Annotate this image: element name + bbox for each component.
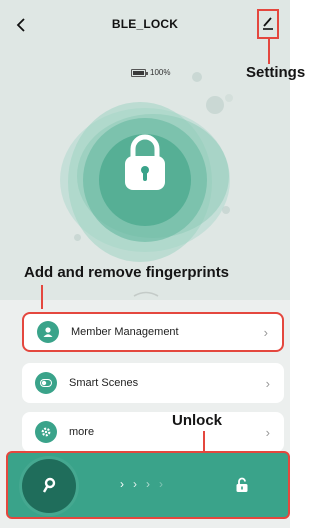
battery-indicator: 100% — [131, 68, 170, 77]
chevron-right-icon: › — [265, 424, 270, 440]
settings-edit-button[interactable] — [257, 9, 279, 39]
battery-icon — [131, 68, 148, 77]
page-title: BLE_LOCK — [111, 17, 179, 31]
padlock-icon[interactable] — [115, 128, 175, 198]
decor-circle — [192, 72, 202, 82]
gear-icon — [35, 421, 57, 443]
key-icon — [42, 477, 56, 493]
pencil-icon — [263, 17, 273, 30]
chevron-right-icon: › — [120, 477, 124, 491]
chevron-right-icon: › — [265, 375, 270, 391]
settings-annotation: Settings — [246, 64, 306, 81]
chevron-right-icon: › — [159, 477, 163, 491]
fingerprints-annotation-pointer — [41, 285, 43, 309]
member-management-item[interactable]: Member Management › — [22, 312, 284, 352]
member-management-label: Member Management — [71, 326, 179, 338]
battery-label: 100% — [150, 68, 171, 77]
drawer-handle[interactable] — [131, 290, 161, 298]
unlocked-padlock-icon — [236, 477, 248, 492]
slider-knob[interactable] — [22, 459, 76, 513]
unlock-slider[interactable]: › › › › — [6, 451, 290, 519]
battery-fill — [133, 70, 144, 75]
chevron-right-icon: › — [133, 477, 137, 491]
smart-scenes-label: Smart Scenes — [69, 377, 139, 389]
slide-arrows: › › › › — [120, 477, 163, 491]
top-nav-bar: BLE_LOCK — [0, 0, 290, 50]
unlock-annotation: Unlock — [172, 412, 223, 429]
unlock-annotation-pointer — [203, 431, 205, 451]
chevron-right-icon: › — [146, 477, 150, 491]
toggle-icon — [35, 372, 57, 394]
chevron-right-icon: › — [263, 324, 268, 340]
fingerprints-annotation: Add and remove fingerprints — [24, 264, 230, 281]
more-item[interactable]: more › — [22, 412, 284, 452]
person-icon — [37, 321, 59, 343]
settings-annotation-pointer — [268, 39, 270, 64]
more-label: more — [69, 426, 95, 438]
smart-scenes-item[interactable]: Smart Scenes › — [22, 363, 284, 403]
